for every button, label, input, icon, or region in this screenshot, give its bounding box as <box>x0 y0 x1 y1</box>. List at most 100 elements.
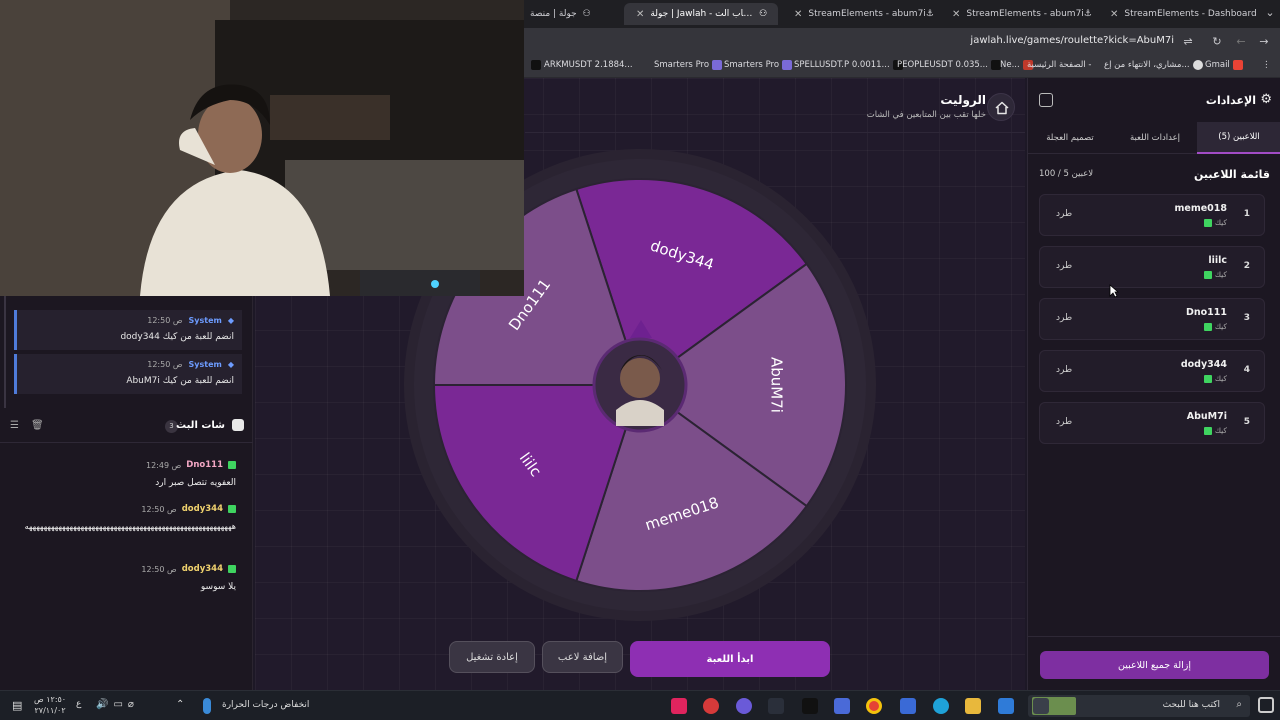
webcam-overlay <box>0 0 524 296</box>
bookmark-item[interactable]: Smarters Pro <box>654 60 725 70</box>
kick-player-button[interactable]: طرد <box>1056 365 1072 375</box>
message-username[interactable]: dody344 <box>182 504 223 514</box>
message-username[interactable]: Dno111 <box>186 460 223 470</box>
trash-icon[interactable]: 🗑 <box>31 420 44 431</box>
chrome-icon[interactable] <box>866 698 882 714</box>
platform-label: كيك <box>1214 270 1227 279</box>
taskbar-clock[interactable]: ١٢:٥٠ ص ٢٧/١١/٠٢ <box>34 694 66 716</box>
bookmark-label: Smarters Pro <box>654 60 710 70</box>
message-time: 12:50 ص <box>141 504 177 514</box>
gear-icon: ⚙ <box>1260 92 1272 107</box>
taskbar-search-box[interactable]: ⌕ اكتب هنا للبحث <box>1028 695 1250 717</box>
bookmark-item[interactable]: Gmail <box>1205 60 1246 70</box>
players-count: 100 / 5 لاعبين <box>1039 169 1094 179</box>
bookmark-item[interactable]: PEOPLEUSDT 0.035... <box>897 60 1004 70</box>
file-explorer-icon[interactable] <box>965 698 981 714</box>
message-text: هههههههههههههههههههههههههههههههههههههههه… <box>24 522 236 531</box>
header-divider <box>525 132 1025 133</box>
site-settings-icon[interactable]: ⇌ <box>1180 34 1196 50</box>
tab-game-settings[interactable]: إعدادات اللعبة <box>1113 122 1197 154</box>
tiktok-icon[interactable] <box>802 698 818 714</box>
mail-icon[interactable] <box>998 698 1014 714</box>
bookmarks-more-icon[interactable]: ⋮ <box>1262 60 1271 70</box>
tab-label: جولة | Jawlah - منصة الألعاب الت <box>650 9 754 19</box>
tray-chevron-up-icon[interactable]: ⌃ <box>176 699 184 710</box>
player-row: 5 AbuM7i كيك طرد <box>1039 402 1265 444</box>
chat-message: 12:50 ص dody344 هههههههههههههههههههههههه… <box>12 504 236 534</box>
app-icon[interactable] <box>834 698 850 714</box>
player-name: meme018 <box>1174 203 1227 214</box>
bookmark-item[interactable]: الصفحة الرئيسية - <box>1027 60 1091 70</box>
home-button[interactable] <box>987 93 1015 121</box>
message-time: 12:50 ص <box>147 316 183 325</box>
settings-panel: ⚙ الإعدادات اللاعبين (5) إعدادات اللعبة … <box>1027 78 1280 690</box>
bookmark-item[interactable]: مشاري، الانتهاء من إع... <box>1104 60 1206 70</box>
chat-panel: 12:50 ص System ◆ dody344 انضم للعبة من ك… <box>0 296 253 690</box>
tab-list-chevron-icon[interactable]: ⌄ <box>1262 5 1278 21</box>
player-platform: كيك <box>1203 218 1227 227</box>
kick-platform-icon <box>228 461 236 469</box>
streamelements-icon[interactable] <box>768 698 784 714</box>
reset-button[interactable]: إعادة تشغيل <box>449 641 535 673</box>
message-username[interactable]: dody344 <box>182 564 223 574</box>
windows-start-icon[interactable] <box>1258 697 1274 713</box>
chat-message: 12:49 ص Dno111 العفويه تتصل صبر ارد <box>12 460 236 490</box>
google-icon <box>1192 60 1203 70</box>
collapse-panel-icon[interactable] <box>1039 93 1053 107</box>
store-icon[interactable] <box>900 698 916 714</box>
tiktok-live-icon[interactable] <box>671 698 687 714</box>
messenger-icon[interactable] <box>736 698 752 714</box>
weather-text[interactable]: انخفاض درجات الحرارة <box>222 700 309 710</box>
bookmark-label: ARKMUSDT 2.1884... <box>544 60 633 70</box>
kick-player-button[interactable]: طرد <box>1056 261 1072 271</box>
add-player-button[interactable]: إضافة لاعب <box>542 641 623 673</box>
bookmark-item[interactable]: Smarters Pro <box>724 60 795 70</box>
url-input[interactable]: jawlah.live/games/roulette?kick=AbuM7i <box>970 35 1174 46</box>
chat-scrollbar[interactable] <box>4 296 6 408</box>
close-tab-icon[interactable]: ✕ <box>952 9 960 20</box>
gmail-icon <box>1232 60 1243 70</box>
reload-icon[interactable]: ↻ <box>1209 34 1225 50</box>
kick-player-button[interactable]: طرد <box>1056 209 1072 219</box>
filter-icon[interactable]: ☰ <box>10 420 19 431</box>
tab-wheel-design[interactable]: تصميم العجلة <box>1028 122 1112 154</box>
edge-icon[interactable] <box>933 698 949 714</box>
close-tab-icon[interactable]: ✕ <box>1110 9 1118 20</box>
message-meta: 12:50 ص dody344 <box>12 564 236 574</box>
browser-tab[interactable]: ✕ StreamElements - abum7i ⚓ <box>940 3 1094 25</box>
message-time: 12:50 ص <box>147 360 183 369</box>
kick-player-button[interactable]: طرد <box>1056 313 1072 323</box>
back-icon[interactable]: → <box>1256 34 1272 50</box>
chat-header: ☰ 🗑 3 شات البث <box>0 416 253 438</box>
bookmark-label: PEOPLEUSDT 0.035... <box>897 60 988 70</box>
tray-icons[interactable]: 🔊▭⌀ <box>96 699 139 710</box>
start-game-button[interactable]: ابدأ اللعبة <box>630 641 830 677</box>
kick-player-button[interactable]: طرد <box>1056 417 1072 427</box>
close-tab-icon[interactable]: ✕ <box>794 9 802 20</box>
bookmark-label: الصفحة الرئيسية - <box>1027 60 1092 70</box>
page-subtitle: خلها تقب بين المتابعين في الشات <box>866 110 986 120</box>
close-tab-icon[interactable]: ✕ <box>636 9 644 20</box>
forward-icon[interactable]: ← <box>1233 34 1249 50</box>
tab-label: جولة | منصة <box>530 9 577 19</box>
browser-tab[interactable]: ✕ StreamElements - Dashboard ⚓ <box>1098 3 1258 25</box>
player-row: 1 meme018 كيك طرد <box>1039 194 1265 236</box>
bookmark-item[interactable]: ARKMUSDT 2.1884... <box>528 60 633 70</box>
task-view-icon[interactable] <box>1033 698 1049 714</box>
notifications-icon[interactable]: ▤ <box>12 699 22 712</box>
player-name: liilc <box>1208 255 1227 266</box>
tab-players[interactable]: اللاعبين (5) <box>1197 122 1280 154</box>
browser-tab-active[interactable]: ✕ جولة | Jawlah - منصة الألعاب الت ⚇ <box>624 3 778 25</box>
recorder-icon[interactable] <box>703 698 719 714</box>
message-text: العفويه تتصل صبر ارد <box>155 478 236 488</box>
message-text: AbuM7i انضم للعبة من كيك <box>126 376 234 386</box>
message-meta: 12:49 ص Dno111 <box>12 460 236 470</box>
bookmark-item[interactable]: SPELLUSDT.P 0.0011... <box>794 60 906 70</box>
browser-tab[interactable]: ✕ StreamElements - abum7i ⚓ <box>782 3 936 25</box>
browser-tab[interactable]: جولة | منصة ⚇ <box>524 3 624 25</box>
platform-label: كيك <box>1214 426 1227 435</box>
language-indicator[interactable]: ع <box>76 699 81 709</box>
mouse-cursor-icon <box>1109 284 1119 298</box>
jawlah-favicon-icon: ⚇ <box>582 9 591 19</box>
remove-all-players-button[interactable]: إزالة جميع اللاعبين <box>1040 651 1269 679</box>
